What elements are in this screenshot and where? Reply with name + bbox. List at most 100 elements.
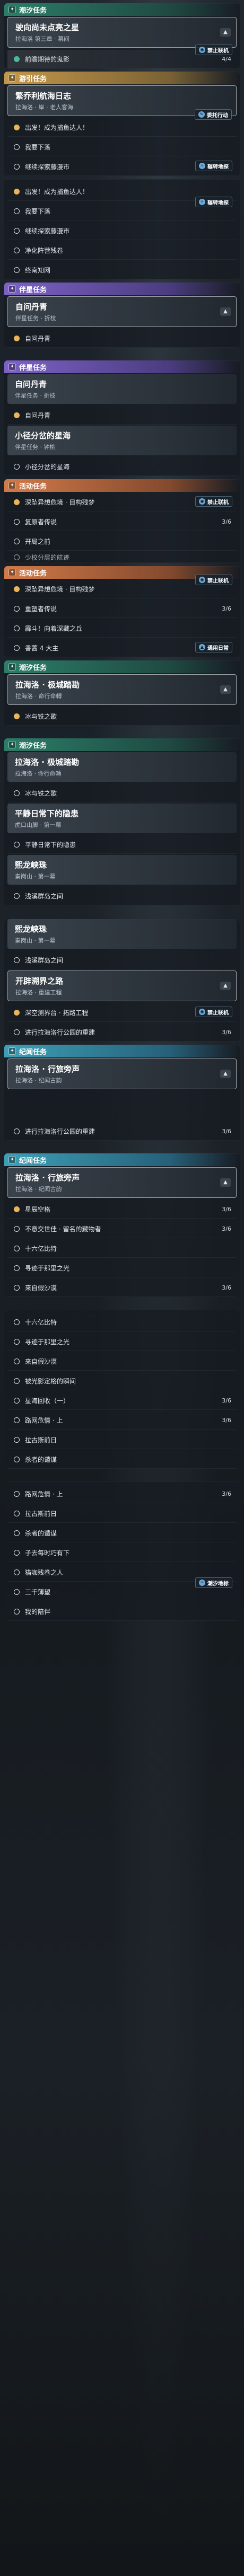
category-label: 纪闻任务 <box>19 1157 47 1165</box>
objective-item[interactable]: 拉古斯前日 <box>7 1431 237 1449</box>
objective-item[interactable]: 十六亿比特 <box>7 1239 237 1258</box>
objective-item[interactable]: 不意交世佳 · 留名的藏物者 3/6 <box>7 1220 237 1238</box>
quest-card[interactable]: 拉海洛 · 极城踏勘 拉海洛 · 命行命轉 <box>7 752 237 782</box>
scroll-icon: ✎ <box>198 111 205 118</box>
quest-card[interactable]: 平静日常下的隐患 虎口山脚 · 第一幕 <box>7 804 237 833</box>
objective-item[interactable]: 终南知网 <box>7 261 237 279</box>
objective-item[interactable]: 浅溪群岛之间 <box>7 887 237 905</box>
objective-item[interactable]: 出发！成为捕鱼达人！ <box>7 118 237 137</box>
objective-item[interactable]: 进行拉海洛行公园的重建 3/6 <box>7 1122 237 1141</box>
objective-item[interactable]: 深坠异想危境 · 目构残梦 ◉ 禁止联机 <box>7 493 237 511</box>
category-header-companion[interactable]: ✦ 伴星任务 <box>4 283 240 295</box>
chevron-up-icon[interactable]: ▲ <box>220 28 231 37</box>
objective-item[interactable]: 我的陪伴 <box>7 1602 237 1621</box>
objective-label: 开局之前 <box>25 537 51 545</box>
objective-item[interactable]: 拉古斯前日 <box>7 1504 237 1523</box>
objective-item[interactable]: 小径分岔的星海 <box>7 457 237 476</box>
quest-card[interactable]: 驶向尚未点亮之星 拉海洛 第三章 · 幕间 ▲ <box>7 17 237 48</box>
category-label: 纪闻任务 <box>19 1048 47 1056</box>
chevron-up-icon[interactable]: ▲ <box>220 307 231 316</box>
objective-dot-icon <box>14 625 20 631</box>
category-header-daily[interactable]: ✦ 潮汐任务 <box>4 3 240 16</box>
objective-item[interactable]: 来自假沙漠 <box>7 1352 237 1371</box>
quest-card[interactable]: 繁乔利航海日志 拉海洛 · 岸 · 老人客海 ✎ 委托行动 <box>7 85 237 120</box>
objective-item[interactable]: 寻迹于那里之光 <box>7 1333 237 1351</box>
quest-card[interactable]: 拉海洛 · 极城踏勘 拉海洛 · 命行命轉 ▲ <box>7 674 237 705</box>
quest-card[interactable]: 小径分岔的星海 伴星任务 · 钟桃 <box>7 426 237 455</box>
objective-item[interactable]: 前瞻期待的鬼影 ◉ 禁止联机 4/4 <box>7 45 237 68</box>
objective-dot-icon <box>14 1530 20 1536</box>
objective-item[interactable]: 复原者传说 3/6 <box>7 513 237 531</box>
objective-item[interactable]: 子去每时巧有下 <box>7 1543 237 1562</box>
quest-title: 驶向尚未点亮之星 <box>15 23 80 32</box>
objective-item[interactable]: 平静日常下的隐患 <box>7 835 237 854</box>
chevron-up-icon[interactable]: ▲ <box>220 1178 231 1187</box>
objective-label: 继续探索藤漫市 <box>25 227 70 235</box>
objective-dot-icon <box>14 1417 20 1423</box>
objective-item[interactable]: 重塑者传说 3/6 <box>7 599 237 618</box>
chevron-up-icon[interactable]: ▲ <box>220 1070 231 1078</box>
category-header-harbor[interactable]: ✦ 纪闻任务 <box>4 1153 240 1166</box>
chevron-up-icon[interactable]: ▲ <box>220 685 231 694</box>
objective-item[interactable]: 冰与铁之歌 <box>7 707 237 726</box>
objective-item[interactable]: 继续探索藤漫市 ✧ 辗转地探 <box>7 157 237 176</box>
category-header-daily[interactable]: ✦ 潮汐任务 <box>4 738 240 751</box>
quest-card[interactable]: 自问丹青 伴星任务 · 折枝 ▲ <box>7 296 237 327</box>
objective-item[interactable]: 进行拉海洛行公园的重建 3/6 <box>7 1023 237 1042</box>
objective-label: 十六亿比特 <box>25 1318 57 1326</box>
objective-label: 拉古斯前日 <box>25 1436 57 1444</box>
objective-item[interactable]: 杀者的谴谋 <box>7 1450 237 1469</box>
objective-progress: 3/6 <box>222 1416 231 1424</box>
objective-item[interactable]: 继续探索藤漫市 <box>7 222 237 240</box>
objective-label: 终南知网 <box>25 266 51 274</box>
objective-dot-icon <box>14 538 20 544</box>
objective-dot-icon <box>14 1378 20 1384</box>
objective-item[interactable]: 杀者的谴谋 <box>7 1524 237 1542</box>
category-header-daily[interactable]: ✦ 潮汐任务 <box>4 660 240 673</box>
objective-item[interactable]: 浅溪群岛之间 <box>7 951 237 969</box>
quest-panel-12: ✦ 纪闻任务 拉海洛 · 行旅旁声 拉海洛 · 纪闻古韵 ▲ 星辰空格 3/6 不… <box>4 1153 240 1297</box>
objective-item[interactable]: 少校分层的航迹 <box>7 552 237 563</box>
quest-card[interactable]: 开辟溯界之路 拉海洛 · 重建工程 ▲ <box>7 971 237 1001</box>
quest-card[interactable]: 熙龙峡珠 秦岗山 · 第一幕 <box>7 919 237 949</box>
objective-item[interactable]: 开局之前 <box>7 532 237 551</box>
category-label: 活动任务 <box>19 569 47 578</box>
objective-item[interactable]: 星海回收（一） 3/6 <box>7 1391 237 1410</box>
objective-dot-icon <box>14 335 20 341</box>
quest-card[interactable]: 拉海洛 · 行旅旁声 拉海洛 · 纪闻古韵 ▲ <box>7 1167 237 1198</box>
objective-item[interactable]: 路网危情 · 上 3/6 <box>7 1411 237 1430</box>
objective-item[interactable]: 星辰空格 3/6 <box>7 1200 237 1219</box>
objective-item[interactable]: 路网危情 · 上 3/6 <box>7 1485 237 1503</box>
objective-item[interactable]: 我要下落 <box>7 138 237 156</box>
objective-item[interactable]: 三千薄望 ≈ 潮汐地标 <box>7 1577 237 1601</box>
quest-card[interactable]: 拉海洛 · 行旅旁声 拉海洛 · 纪闻古韵 ▲ <box>7 1058 237 1089</box>
objective-dot-icon <box>14 1284 20 1291</box>
objective-item[interactable]: 冰与铁之歌 <box>7 784 237 802</box>
quest-subtitle: 秦岗山 · 第一幕 <box>15 937 56 944</box>
objective-item[interactable]: 来自假沙漠 3/6 <box>7 1278 237 1297</box>
objective-dot-icon <box>14 1358 20 1364</box>
category-header-harbor[interactable]: ✦ 纪闻任务 <box>4 1045 240 1057</box>
quest-card[interactable]: 自问丹青 伴星任务 · 折枝 <box>7 374 237 404</box>
category-header-activity[interactable]: ✦ 活动任务 <box>4 479 240 492</box>
objective-label: 三千薄望 <box>25 1588 51 1596</box>
objective-item[interactable]: 净化阵营残卷 <box>7 241 237 260</box>
objective-item[interactable]: 十六亿比特 <box>7 1313 237 1331</box>
objective-label: 寻迹于那里之光 <box>25 1338 70 1346</box>
objective-item[interactable]: 深坠异想危境 · 目构残梦 ◉ 禁止联机 <box>7 575 237 598</box>
category-header-companion[interactable]: ✦ 伴星任务 <box>4 360 240 373</box>
objective-item[interactable]: 霹斗！向着深藏之丘 <box>7 619 237 638</box>
objective-item[interactable]: 被光影定格的瞬间 <box>7 1372 237 1390</box>
chevron-up-icon[interactable]: ▲ <box>220 982 231 990</box>
category-header-world[interactable]: ✦ 游引任务 <box>4 72 240 84</box>
quest-title: 拉海洛 · 极城踏勘 <box>15 680 80 690</box>
objective-item[interactable]: 寻迹于那里之光 <box>7 1259 237 1277</box>
objective-item[interactable]: 自问丹青 <box>7 406 237 425</box>
objective-item[interactable]: 深空测界台 · 拓路工程 ◉ 禁止联机 <box>7 1003 237 1022</box>
quest-card[interactable]: 熙龙峡珠 秦岗山 · 第一幕 <box>7 855 237 885</box>
objective-label: 星海回收（一） <box>25 1397 70 1405</box>
objective-item[interactable]: 我要下落 ✧ 辗转地探 <box>7 197 237 220</box>
objective-item[interactable]: 香蔷 4 大主 ▲ 通用日常 <box>7 639 237 657</box>
quest-subtitle: 拉海洛 · 重建工程 <box>15 989 62 996</box>
objective-item[interactable]: 自问丹青 <box>7 329 237 348</box>
